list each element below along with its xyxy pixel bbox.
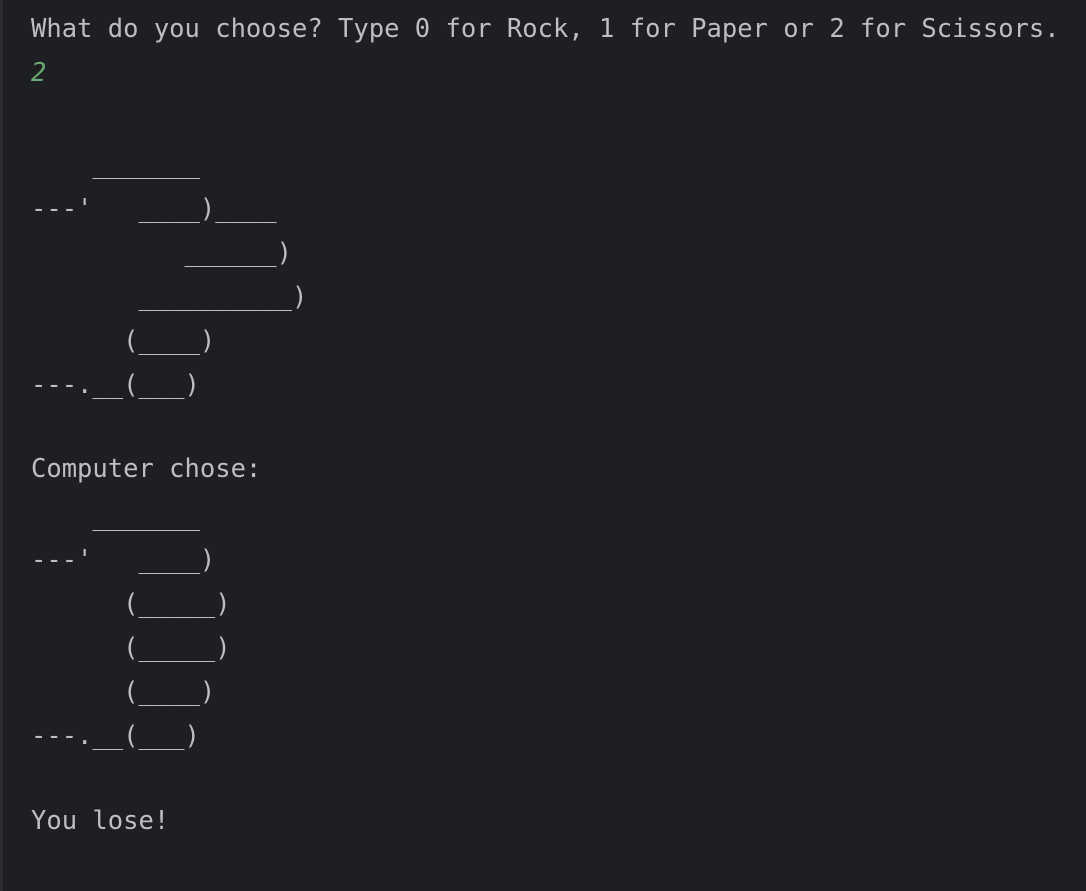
result-line: You lose! (31, 806, 170, 836)
player-art-line: ______) (31, 238, 292, 268)
user-input-line: 2 (31, 58, 47, 88)
player-art-line: _______ (31, 150, 200, 180)
prompt-line: What do you choose? Type 0 for Rock, 1 f… (31, 14, 1060, 44)
player-art-line: ---.__(___) (31, 370, 200, 400)
computer-chose-label: Computer chose: (31, 454, 262, 484)
player-art-line: __________) (31, 282, 308, 312)
computer-art-line: ---.__(___) (31, 721, 200, 751)
computer-art-line: (_____) (31, 589, 231, 619)
computer-art-line: (____) (31, 677, 216, 707)
run-console-output[interactable]: What do you choose? Type 0 for Rock, 1 f… (0, 0, 1086, 891)
computer-art-line: ---' ____) (31, 545, 216, 575)
computer-art-line: (_____) (31, 633, 231, 663)
player-art-line: ---' ____)____ (31, 194, 277, 224)
player-art-line: (____) (31, 326, 216, 356)
computer-art-line: _______ (31, 502, 200, 532)
